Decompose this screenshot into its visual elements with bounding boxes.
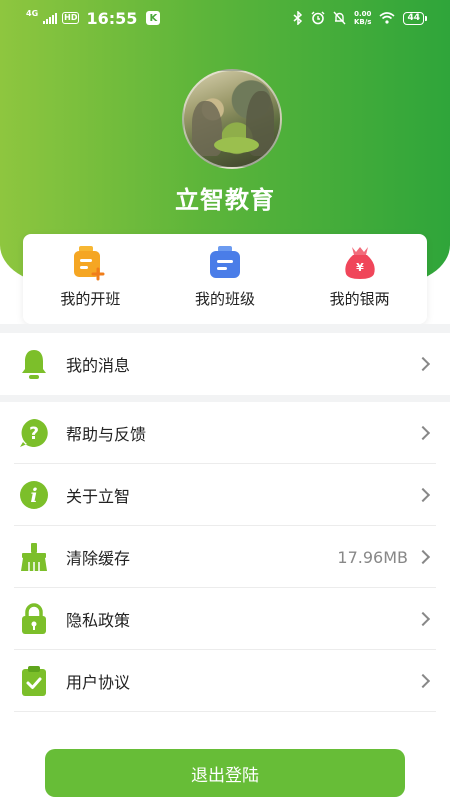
hd-badge: HD [62,12,80,24]
menu-item-label: 用户协议 [66,673,131,692]
quick-action-label: 我的班级 [195,290,256,308]
menu-item-help-feedback[interactable]: ? 帮助与反馈 [0,402,450,464]
menu-item-clear-cache[interactable]: 清除缓存 17.96MB [0,526,450,588]
status-bar: 4G HD 16:55 K 0.00 KB/s 44 [0,0,450,36]
speed-value: 0.00 [354,10,372,18]
signal-icon [43,12,58,24]
menu-item-label: 关于立智 [66,487,131,506]
wifi-icon [379,12,395,24]
chevron-right-icon [415,673,431,689]
question-icon: ? [19,418,49,448]
quick-action-open-class[interactable]: 我的开班 [23,234,158,324]
mute-icon [333,11,346,25]
chevron-right-icon [415,425,431,441]
network-type: 4G [26,9,39,18]
quick-action-my-class[interactable]: 我的班级 [158,234,293,324]
cache-size-value: 17.96MB [337,547,408,567]
broom-icon [19,542,49,572]
section-gap [0,394,450,402]
clipboard-check-icon [19,666,49,696]
chevron-right-icon [415,549,431,565]
avatar[interactable] [182,69,282,169]
alarm-icon [311,11,325,25]
menu-item-messages[interactable]: 我的消息 [0,333,450,395]
class-add-icon [74,246,105,281]
lock-icon [19,603,49,634]
quick-action-label: 我的银两 [329,290,390,308]
menu-item-label: 我的消息 [66,356,131,375]
battery-icon: 44 [403,11,427,25]
quick-action-my-money[interactable]: ¥ 我的银两 [292,234,427,324]
menu-item-user-agreement[interactable]: 用户协议 [0,650,450,712]
info-icon: i [19,480,49,510]
bluetooth-icon [293,11,303,25]
quick-action-label: 我的开班 [60,290,121,308]
speed-unit: KB/s [353,18,372,26]
svg-text:i: i [30,485,37,507]
money-bag-icon: ¥ [344,247,375,279]
quick-actions-card: 我的开班 我的班级 ¥ 我的银两 [23,234,427,324]
menu-item-label: 帮助与反馈 [66,425,147,444]
class-icon [210,246,240,278]
profile-name: 立智教育 [175,186,275,214]
menu-item-about[interactable]: i 关于立智 [0,464,450,526]
chevron-right-icon [415,487,431,503]
status-time: 16:55 [86,8,138,28]
svg-text:¥: ¥ [356,261,364,274]
menu-item-label: 隐私政策 [66,611,131,630]
menu-item-privacy[interactable]: 隐私政策 [0,588,450,650]
svg-text:?: ? [29,424,39,444]
app-notification-icon: K [146,11,161,25]
network-speed: 0.00 KB/s [354,10,371,26]
logout-button[interactable]: 退出登陆 [45,749,405,797]
divider [14,711,436,712]
chevron-right-icon [415,356,431,372]
chevron-right-icon [415,611,431,627]
menu-item-label: 清除缓存 [66,549,131,568]
bell-icon [19,349,49,379]
